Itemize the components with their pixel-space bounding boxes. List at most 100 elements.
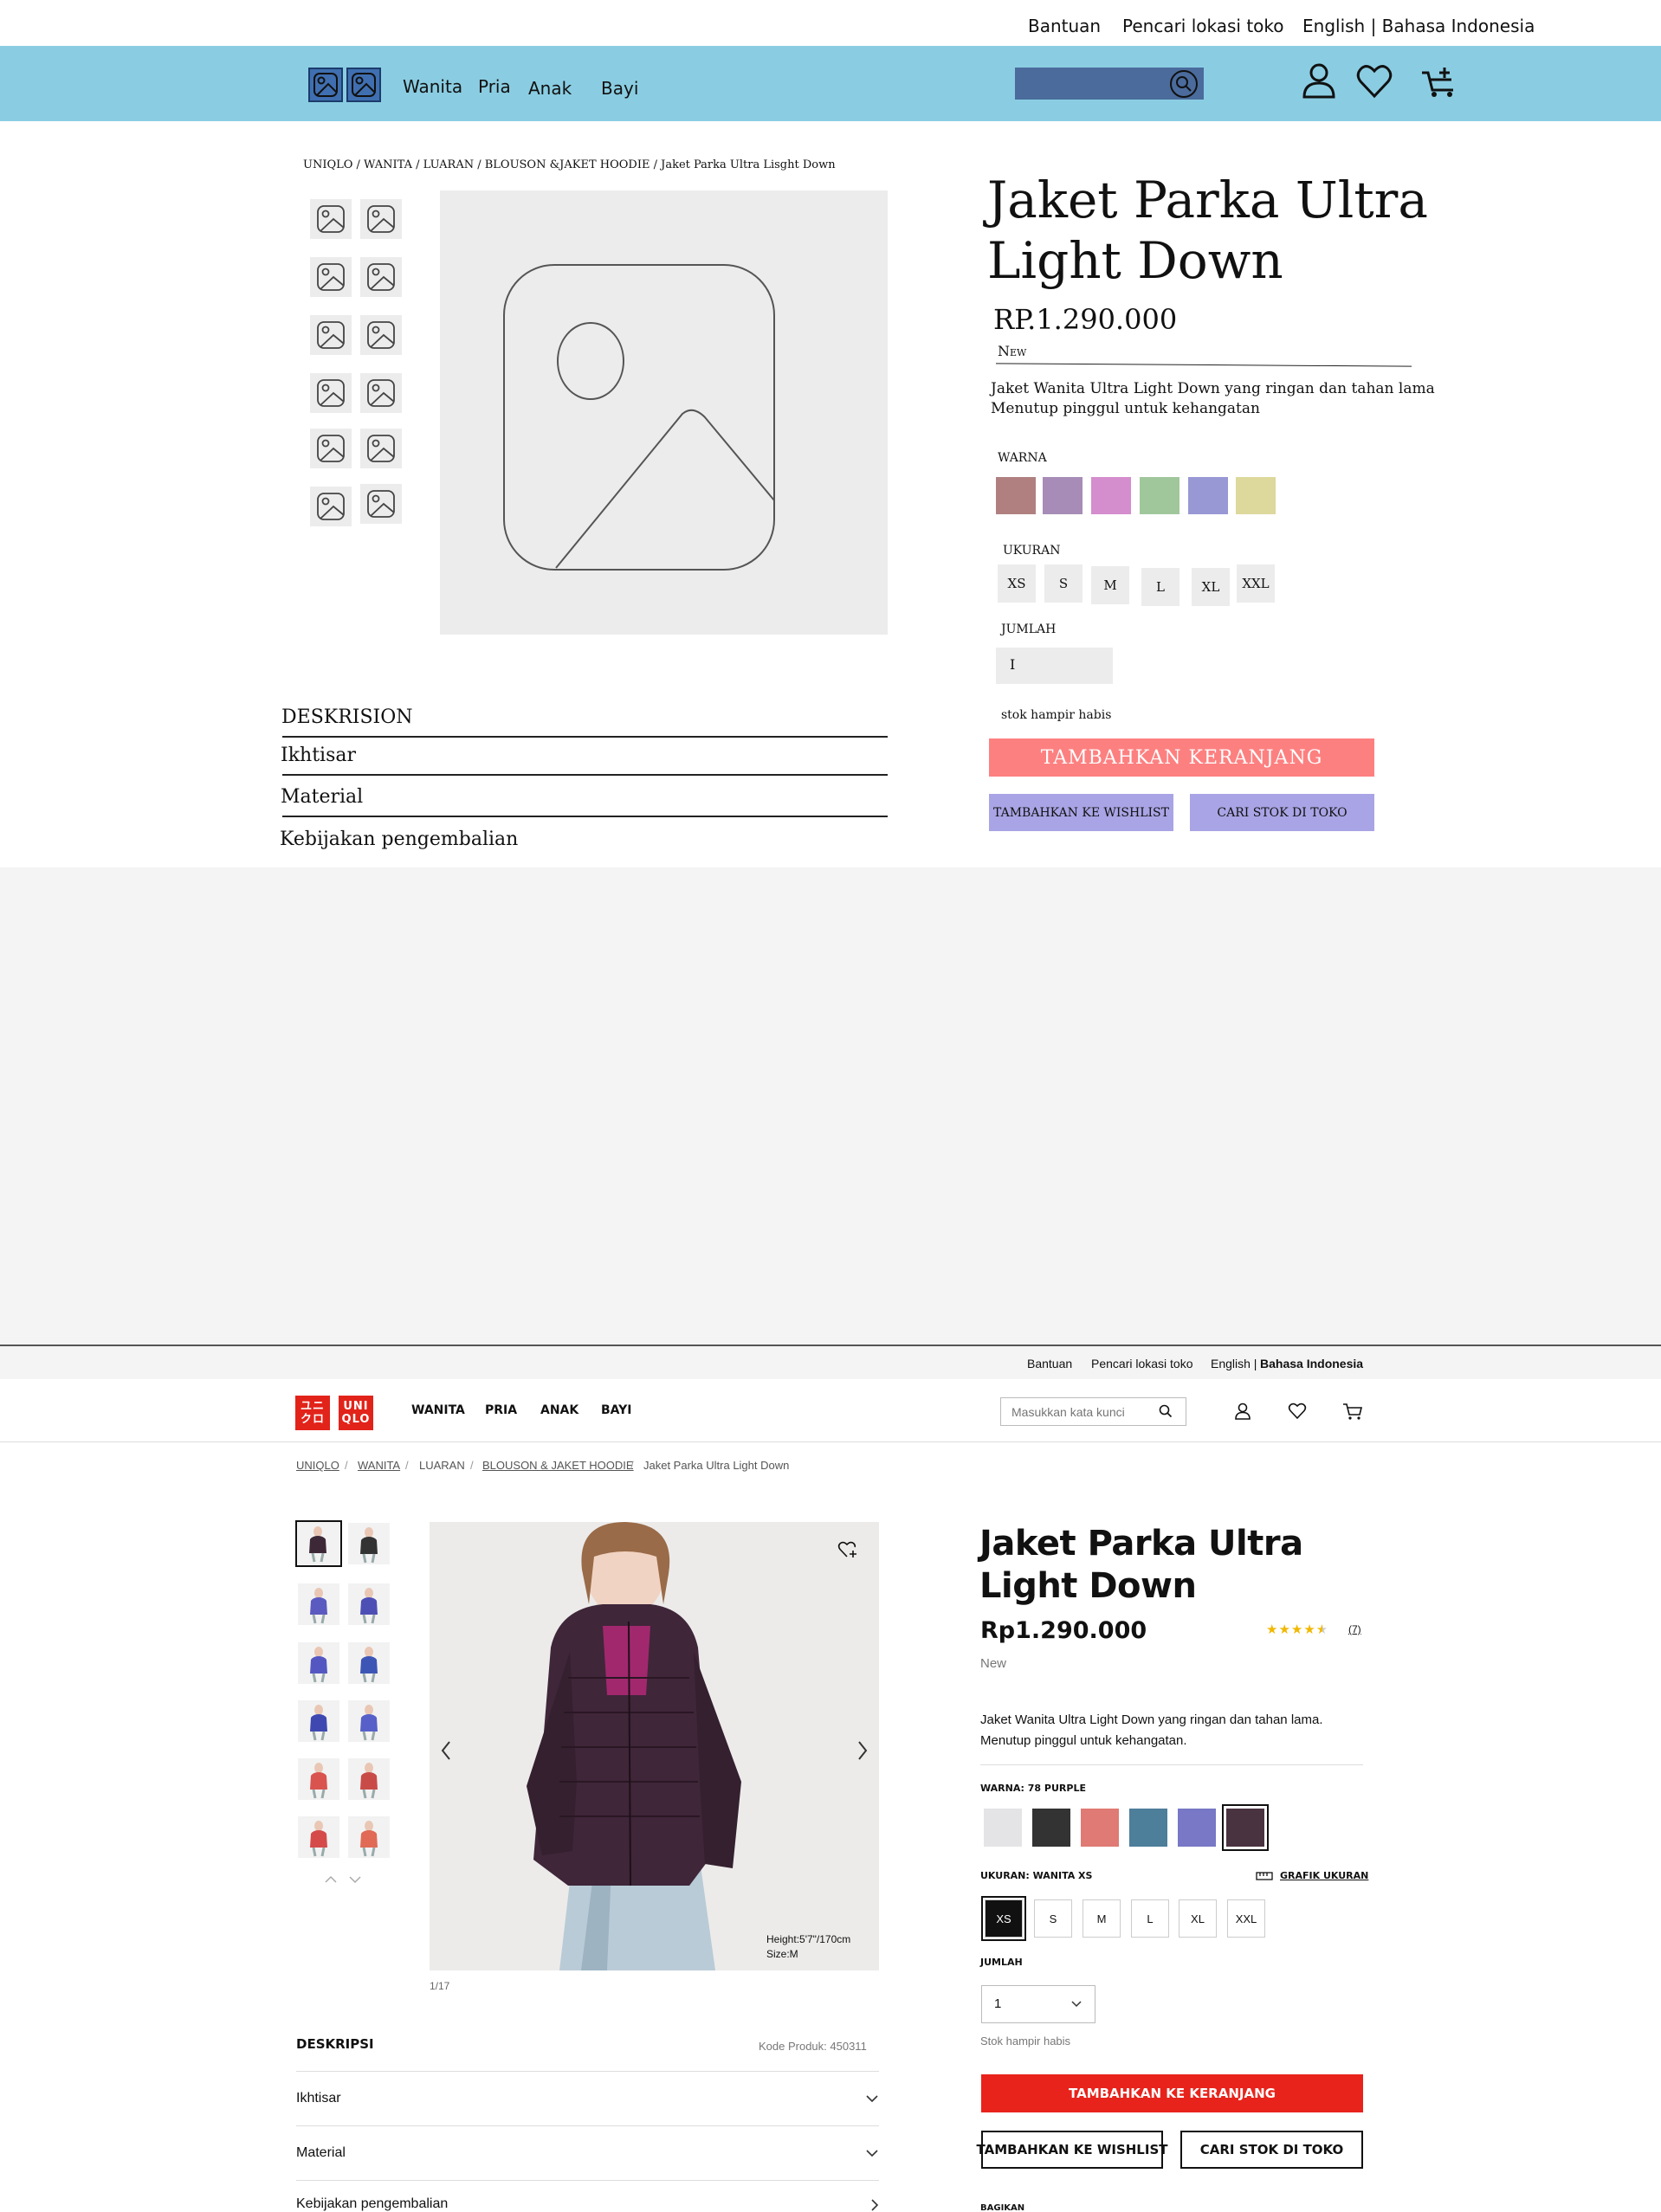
add-to-wishlist-heart-icon[interactable] — [837, 1538, 859, 1560]
nav-pria[interactable]: PRIA — [485, 1403, 517, 1417]
wf-add-to-cart-button[interactable]: TAMBAHKAN KERANJANG — [989, 738, 1374, 777]
wf-thumbnail[interactable] — [360, 315, 402, 355]
wf-search-icon[interactable] — [1169, 69, 1199, 99]
wf-thumbnail[interactable] — [360, 199, 402, 239]
wf-nav-anak[interactable]: Anak — [528, 78, 572, 99]
color-swatch[interactable] — [1222, 1804, 1269, 1851]
product-thumbnail[interactable] — [348, 1758, 390, 1800]
chevron-down-icon[interactable] — [1070, 2000, 1083, 2009]
wf-thumbnail[interactable] — [310, 373, 352, 413]
wf-accordion-overview[interactable]: Ikhtisar — [281, 745, 356, 766]
size-option[interactable]: L — [1131, 1899, 1169, 1938]
wf-quantity-field[interactable]: I — [996, 648, 1113, 684]
ruler-icon[interactable] — [1256, 1872, 1273, 1880]
wf-nav-bayi[interactable]: Bayi — [601, 78, 638, 99]
find-in-store-button[interactable]: CARI STOK DI TOKO — [1180, 2131, 1363, 2169]
color-swatch[interactable] — [1129, 1809, 1167, 1847]
wf-nav-wanita[interactable]: Wanita — [403, 76, 462, 97]
wf-size-option[interactable]: XXL — [1237, 564, 1275, 603]
wf-main-image-placeholder[interactable] — [440, 190, 888, 635]
color-swatch[interactable] — [1081, 1809, 1119, 1847]
wf-nav-pria[interactable]: Pria — [478, 76, 511, 97]
link-store-locator[interactable]: Pencari lokasi toko — [1091, 1357, 1193, 1370]
wf-size-option[interactable]: XS — [998, 564, 1036, 603]
wf-thumbnail[interactable] — [310, 487, 352, 526]
nav-bayi[interactable]: BAYI — [601, 1403, 632, 1417]
wf-link-store-locator[interactable]: Pencari lokasi toko — [1122, 16, 1284, 36]
wf-find-in-store-button[interactable]: CARI STOK DI TOKO — [1190, 794, 1374, 831]
color-swatch[interactable] — [1178, 1809, 1216, 1847]
product-thumbnail[interactable] — [298, 1642, 339, 1684]
wf-breadcrumb[interactable]: UNIQLO / WANITA / LUARAN / BLOUSON &JAKE… — [303, 158, 836, 171]
wf-thumbnail[interactable] — [360, 484, 402, 524]
main-product-image[interactable]: Height:5'7"/170cm Size:M — [430, 1522, 879, 1970]
wf-cart-add-icon[interactable] — [1420, 64, 1460, 99]
wf-thumbnail[interactable] — [310, 429, 352, 468]
wf-color-swatch[interactable] — [996, 477, 1036, 514]
breadcrumb-blouson[interactable]: BLOUSON & JAKET HOODIE — [482, 1459, 634, 1472]
search-icon[interactable] — [1159, 1404, 1173, 1418]
wf-thumbnail[interactable] — [360, 429, 402, 468]
breadcrumb-uniqlo[interactable]: UNIQLO — [296, 1459, 339, 1472]
wf-thumbnail[interactable] — [310, 199, 352, 239]
wf-color-swatch[interactable] — [1188, 477, 1228, 514]
wf-thumbnail[interactable] — [360, 373, 402, 413]
product-thumbnail[interactable] — [298, 1758, 339, 1800]
wf-size-option[interactable]: M — [1091, 566, 1129, 604]
size-option[interactable]: XS — [981, 1896, 1026, 1941]
wf-color-swatch[interactable] — [1236, 477, 1276, 514]
cart-icon[interactable] — [1342, 1402, 1363, 1421]
add-to-cart-button[interactable]: TAMBAHKAN KE KERANJANG — [981, 2074, 1363, 2112]
accordion-return-policy[interactable]: Kebijakan pengembalian — [296, 2180, 879, 2212]
color-swatch[interactable] — [1032, 1809, 1070, 1847]
breadcrumb-wanita[interactable]: WANITA — [358, 1459, 400, 1472]
wf-color-swatch[interactable] — [1043, 477, 1083, 514]
accordion-overview[interactable]: Ikhtisar — [296, 2071, 879, 2125]
wf-logo-placeholder-icon[interactable] — [308, 68, 343, 102]
wf-link-help[interactable]: Bantuan — [1028, 16, 1101, 36]
wf-accordion-return-policy[interactable]: Kebijakan pengembalian — [280, 829, 518, 850]
rating-stars-icon[interactable]: ★★★★★ — [1266, 1622, 1328, 1637]
wf-color-swatch[interactable] — [1140, 477, 1180, 514]
product-thumbnail[interactable] — [348, 1642, 390, 1684]
uniqlo-logo[interactable]: UNI QLO — [339, 1396, 373, 1430]
product-thumbnail[interactable] — [348, 1523, 390, 1564]
product-thumbnail[interactable] — [298, 1700, 339, 1742]
previous-image-arrow-icon[interactable] — [440, 1740, 452, 1761]
product-thumbnail[interactable] — [298, 1583, 339, 1625]
product-thumbnail[interactable] — [348, 1816, 390, 1858]
wf-wishlist-heart-icon[interactable] — [1356, 64, 1393, 99]
product-thumbnail[interactable] — [348, 1583, 390, 1625]
product-thumbnail[interactable] — [295, 1520, 342, 1567]
size-option[interactable]: M — [1083, 1899, 1121, 1938]
uniqlo-logo-katakana[interactable]: ユニ クロ — [295, 1396, 330, 1430]
wf-accordion-material[interactable]: Material — [281, 786, 363, 808]
wf-account-icon[interactable] — [1302, 62, 1336, 99]
link-language-indonesia[interactable]: Bahasa Indonesia — [1260, 1357, 1363, 1370]
wishlist-heart-icon[interactable] — [1288, 1402, 1307, 1421]
wf-link-language[interactable]: English | Bahasa Indonesia — [1302, 16, 1535, 36]
wf-thumbnail[interactable] — [310, 257, 352, 297]
wf-add-to-wishlist-button[interactable]: TAMBAHKAN KE WISHLIST — [989, 794, 1173, 831]
product-thumbnail[interactable] — [348, 1700, 390, 1742]
wf-logo-placeholder-icon[interactable] — [346, 68, 381, 102]
product-thumbnail[interactable] — [298, 1816, 339, 1858]
nav-wanita[interactable]: WANITA — [411, 1403, 465, 1417]
wf-size-option[interactable]: L — [1141, 568, 1180, 606]
wf-size-option[interactable]: XL — [1192, 568, 1230, 606]
add-to-wishlist-button[interactable]: TAMBAHKAN KE WISHLIST — [977, 2131, 1167, 2169]
size-option[interactable]: XL — [1179, 1899, 1217, 1938]
search-input[interactable] — [1001, 1398, 1148, 1425]
account-icon[interactable] — [1233, 1402, 1252, 1421]
link-help[interactable]: Bantuan — [1027, 1357, 1072, 1370]
wf-color-swatch[interactable] — [1091, 477, 1131, 514]
accordion-material[interactable]: Material — [296, 2125, 879, 2179]
size-chart-link[interactable]: GRAFIK UKURAN — [1280, 1870, 1368, 1881]
size-option[interactable]: XXL — [1227, 1899, 1265, 1938]
next-image-arrow-icon[interactable] — [856, 1740, 869, 1761]
color-swatch[interactable] — [984, 1809, 1022, 1847]
nav-anak[interactable]: ANAK — [540, 1403, 578, 1417]
wf-thumbnail[interactable] — [310, 315, 352, 355]
rating-count[interactable]: (7) — [1348, 1623, 1361, 1635]
thumbnail-scroll-arrows-icon[interactable] — [324, 1873, 362, 1886]
